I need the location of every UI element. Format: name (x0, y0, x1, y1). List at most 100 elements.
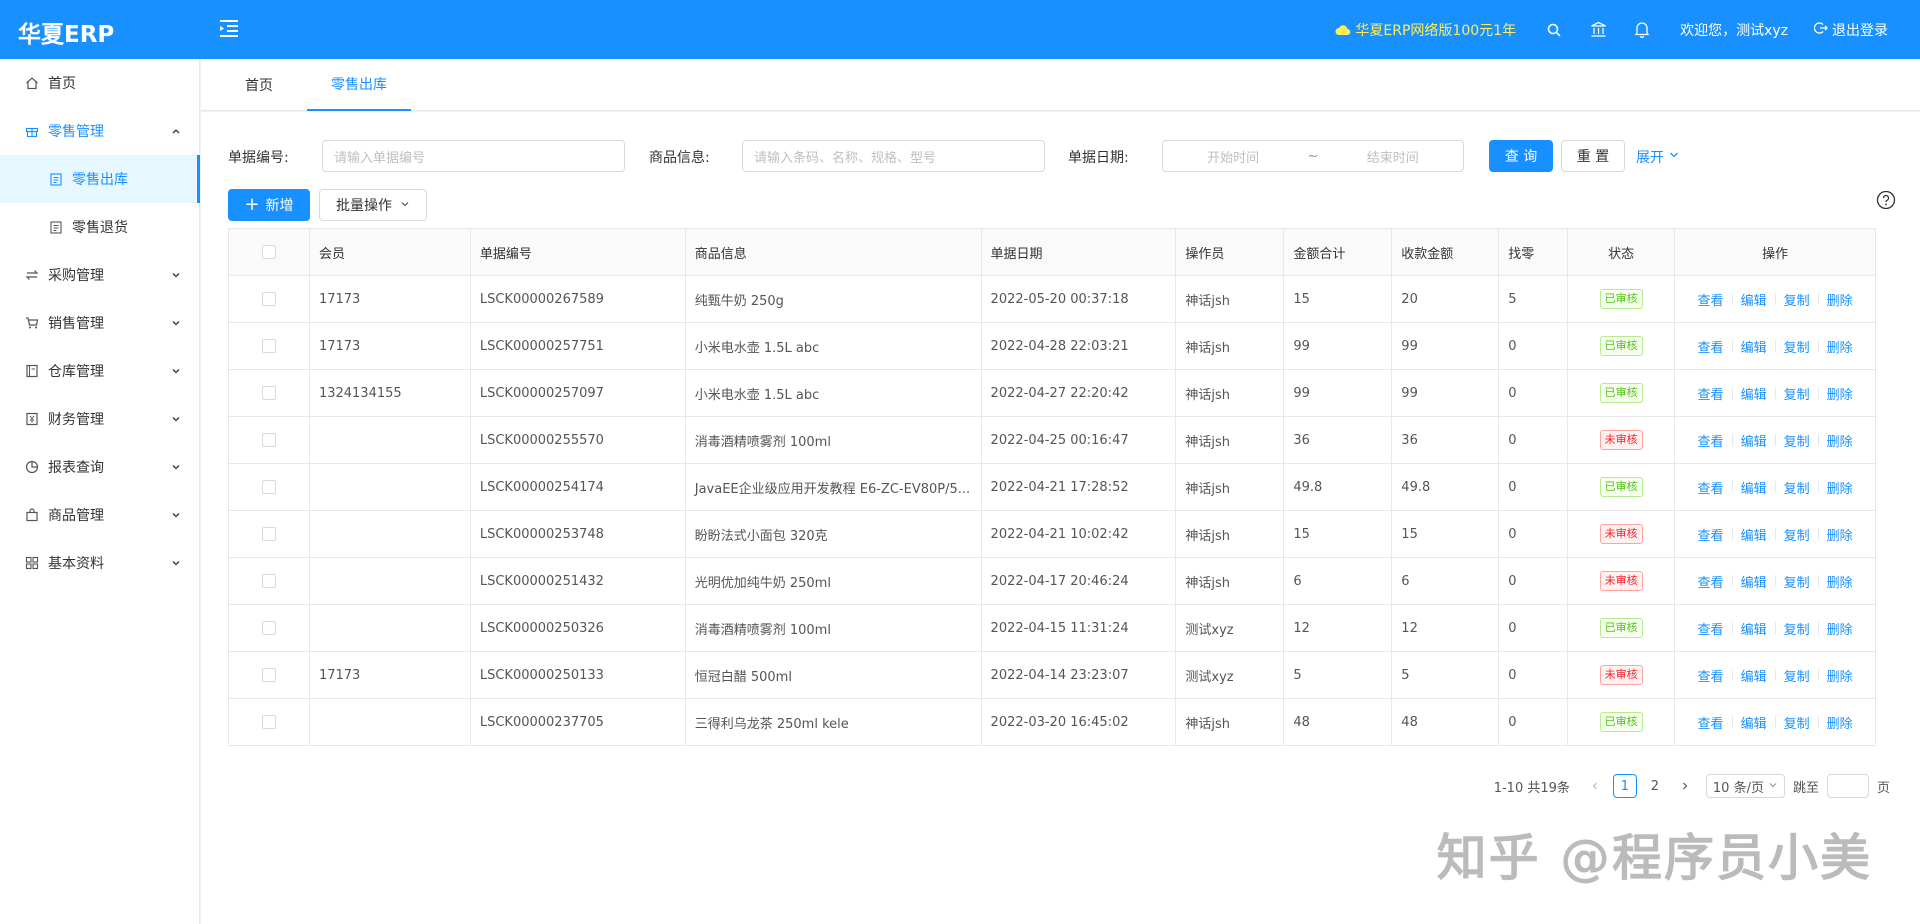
row-checkbox[interactable] (261, 480, 276, 494)
sidebar-item-retail-out[interactable]: 零售出库 (0, 155, 200, 203)
page-1[interactable]: 1 (1612, 774, 1637, 798)
table-row: LSCK00000250326 消毒酒精喷雾剂 100ml 2022-04-15 1… (229, 605, 1877, 652)
op-link[interactable]: 编辑 (1741, 337, 1767, 356)
row-checkbox[interactable] (261, 574, 276, 588)
op-link[interactable]: 编辑 (1741, 478, 1767, 497)
op-link[interactable]: 删除 (1827, 525, 1853, 544)
tab-retail-out[interactable]: 零售出库 (307, 59, 411, 111)
sidebar-item-sales[interactable]: 销售管理 (0, 299, 200, 347)
op-link[interactable]: 复制 (1784, 290, 1810, 309)
row-checkbox[interactable] (261, 433, 276, 447)
op-link[interactable]: 编辑 (1741, 572, 1767, 591)
op-link[interactable]: 复制 (1784, 572, 1810, 591)
op-link[interactable]: 删除 (1827, 478, 1853, 497)
col-header[interactable]: 找零 (1499, 229, 1569, 275)
col-header[interactable]: 会员 (310, 229, 471, 275)
bank-icon[interactable] (1588, 20, 1608, 40)
op-link[interactable]: 复制 (1784, 478, 1810, 497)
op-link[interactable]: 复制 (1784, 525, 1810, 544)
op-link[interactable]: 查看 (1698, 525, 1724, 544)
add-button[interactable]: + 新增 (228, 189, 310, 221)
start-date-input[interactable]: 开始时间 (1207, 147, 1259, 166)
page-jump-input[interactable] (1826, 774, 1869, 798)
op-link[interactable]: 删除 (1827, 619, 1853, 638)
op-link[interactable]: 编辑 (1741, 384, 1767, 403)
col-header[interactable]: 金额合计 (1284, 229, 1393, 275)
op-link[interactable]: 删除 (1827, 713, 1853, 732)
op-link[interactable]: 复制 (1784, 619, 1810, 638)
row-checkbox[interactable] (261, 339, 276, 353)
op-link[interactable]: 删除 (1827, 572, 1853, 591)
sidebar-item-finance[interactable]: 财务管理 (0, 395, 200, 443)
table-row: LSCK00000237705 三得利乌龙茶 250ml kele 2022-03-… (229, 699, 1877, 746)
op-link[interactable]: 编辑 (1741, 290, 1767, 309)
number-input[interactable]: 请输入单据编号 (322, 140, 625, 172)
promo-link[interactable]: 华夏ERP网络版100元1年 (1335, 20, 1516, 40)
sidebar-item-purchase[interactable]: 采购管理 (0, 251, 200, 299)
sidebar-item-reports[interactable]: 报表查询 (0, 443, 200, 491)
op-link[interactable]: 删除 (1827, 431, 1853, 450)
op-link[interactable]: 复制 (1784, 384, 1810, 403)
row-checkbox[interactable] (261, 292, 276, 306)
logout-button[interactable]: 退出登录 (1813, 20, 1888, 40)
search-icon[interactable] (1544, 20, 1564, 40)
row-checkbox[interactable] (261, 621, 276, 635)
end-date-input[interactable]: 结束时间 (1367, 147, 1419, 166)
op-link[interactable]: 编辑 (1741, 666, 1767, 685)
sidebar-item-retail-return[interactable]: 零售退货 (0, 203, 200, 251)
op-link[interactable]: 查看 (1698, 290, 1724, 309)
op-link[interactable]: 查看 (1698, 666, 1724, 685)
op-link[interactable]: 复制 (1784, 713, 1810, 732)
col-header[interactable]: 状态 (1568, 229, 1676, 275)
sidebar-item-retail[interactable]: 零售管理 (0, 107, 200, 155)
row-checkbox[interactable] (261, 386, 276, 400)
op-link[interactable]: 删除 (1827, 384, 1853, 403)
next-page-icon[interactable] (1673, 774, 1697, 798)
col-header[interactable]: 操作员 (1176, 229, 1285, 275)
op-link[interactable]: 编辑 (1741, 713, 1767, 732)
op-link[interactable]: 查看 (1698, 713, 1724, 732)
row-checkbox[interactable] (261, 715, 276, 729)
col-header[interactable]: 商品信息 (686, 229, 982, 275)
row-checkbox[interactable] (261, 668, 276, 682)
col-header[interactable]: 单据编号 (471, 229, 686, 275)
op-link[interactable]: 查看 (1698, 478, 1724, 497)
op-link[interactable]: 编辑 (1741, 431, 1767, 450)
page-2[interactable]: 2 (1643, 774, 1667, 798)
question-circle-icon[interactable] (1876, 190, 1896, 210)
bell-icon[interactable] (1632, 20, 1652, 40)
date-range-picker[interactable]: 开始时间 ~ 结束时间 (1162, 140, 1464, 172)
expand-link[interactable]: 展开 (1636, 147, 1680, 167)
op-link[interactable]: 查看 (1698, 572, 1724, 591)
col-header[interactable]: 收款金额 (1392, 229, 1500, 275)
op-link[interactable]: 查看 (1698, 384, 1724, 403)
query-button[interactable]: 查 询 (1489, 140, 1553, 172)
row-checkbox[interactable] (261, 527, 276, 541)
page-size-select[interactable]: 10 条/页 (1705, 774, 1785, 798)
tab-home[interactable]: 首页 (245, 59, 273, 111)
menu-fold-icon[interactable] (218, 17, 240, 39)
op-link[interactable]: 复制 (1784, 666, 1810, 685)
cell-change: 0 (1499, 370, 1569, 416)
op-link[interactable]: 查看 (1698, 337, 1724, 356)
prev-page-icon[interactable] (1583, 774, 1607, 798)
op-link[interactable]: 查看 (1698, 619, 1724, 638)
op-link[interactable]: 复制 (1784, 431, 1810, 450)
op-link[interactable]: 删除 (1827, 666, 1853, 685)
goods-input[interactable]: 请输入条码、名称、规格、型号 (742, 140, 1045, 172)
col-header[interactable]: 单据日期 (982, 229, 1177, 275)
reset-button[interactable]: 重 置 (1561, 140, 1625, 172)
op-link[interactable]: 编辑 (1741, 525, 1767, 544)
batch-dropdown[interactable]: 批量操作 (319, 189, 427, 221)
sidebar-item-warehouse[interactable]: 仓库管理 (0, 347, 200, 395)
op-link[interactable]: 复制 (1784, 337, 1810, 356)
sidebar-item-goods[interactable]: 商品管理 (0, 491, 200, 539)
sidebar-item-basic[interactable]: 基本资料 (0, 539, 200, 587)
op-link[interactable]: 删除 (1827, 337, 1853, 356)
op-link[interactable]: 编辑 (1741, 619, 1767, 638)
app-logo[interactable]: 华夏ERP (18, 15, 114, 49)
op-link[interactable]: 删除 (1827, 290, 1853, 309)
sidebar-item-home[interactable]: 首页 (0, 59, 200, 107)
select-all-checkbox[interactable] (261, 245, 276, 259)
op-link[interactable]: 查看 (1698, 431, 1724, 450)
